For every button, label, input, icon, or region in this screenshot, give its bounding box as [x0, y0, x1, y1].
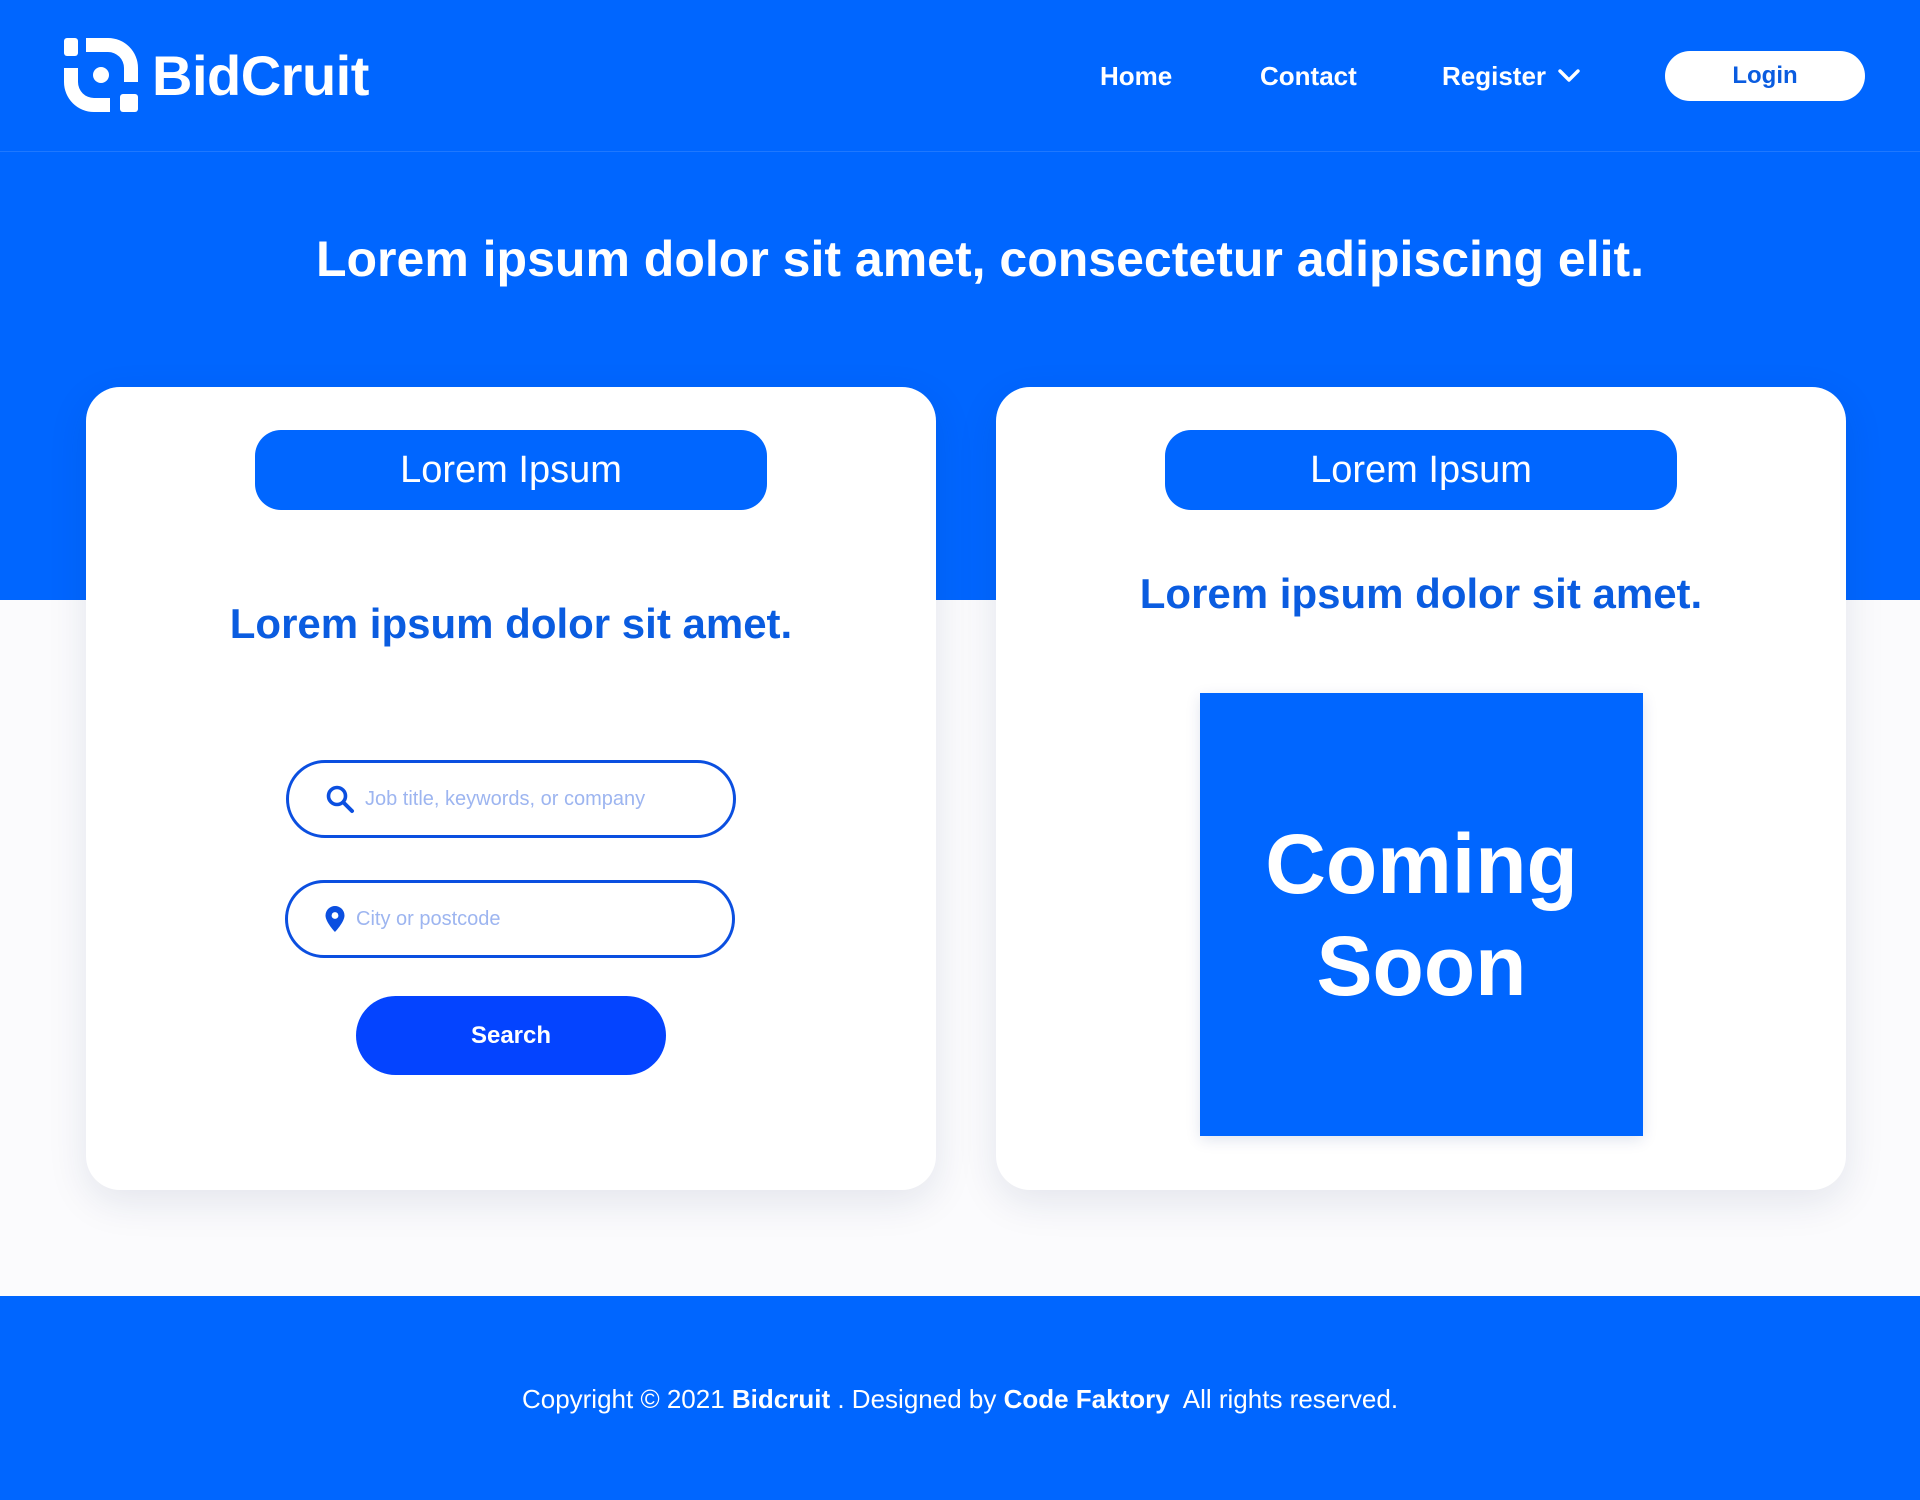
coming-soon-line1: Coming	[1265, 816, 1578, 911]
brand-name: BidCruit	[152, 43, 369, 107]
search-icon	[326, 785, 354, 813]
footer-brand: Bidcruit	[731, 1383, 831, 1414]
job-search-input[interactable]	[365, 787, 725, 811]
bidcruit-logo-icon	[64, 38, 138, 112]
coming-soon-line2: Soon	[1316, 918, 1527, 1013]
nav-contact-link[interactable]: Contact	[1260, 50, 1357, 102]
footer-rights: All rights reserved.	[1169, 1383, 1399, 1414]
site-footer: Copyright © 2021 Bidcruit . Designed by …	[0, 1296, 1920, 1500]
coming-soon-card: Lorem Ipsum Lorem ipsum dolor sit amet. …	[996, 387, 1846, 1190]
search-card-heading: Lorem ipsum dolor sit amet.	[229, 600, 793, 647]
job-search-field[interactable]	[286, 760, 736, 838]
copyright-text: Copyright © 2021 Bidcruit . Designed by …	[522, 1382, 1398, 1415]
map-pin-icon	[325, 906, 345, 932]
login-button[interactable]: Login	[1665, 51, 1865, 101]
hero-headline: Lorem ipsum dolor sit amet, consectetur …	[315, 231, 1645, 287]
search-button[interactable]: Search	[356, 996, 666, 1075]
soon-card-heading: Lorem ipsum dolor sit amet.	[1139, 570, 1703, 617]
footer-designer-link[interactable]: Code Faktory	[1004, 1384, 1170, 1414]
nav-register-label: Register	[1442, 60, 1547, 91]
location-input[interactable]	[356, 907, 716, 931]
footer-designed-by: . Designed by	[830, 1383, 1004, 1414]
nav-register-dropdown[interactable]: Register	[1442, 50, 1580, 102]
site-header: BidCruit Home Contact Register Login	[0, 0, 1920, 152]
copyright-prefix: Copyright © 2021	[521, 1383, 732, 1414]
coming-soon-tile: Coming Soon	[1200, 693, 1643, 1136]
location-field[interactable]	[285, 880, 735, 958]
job-search-card: Lorem Ipsum Lorem ipsum dolor sit amet. …	[86, 387, 936, 1190]
soon-card-pill: Lorem Ipsum	[1165, 430, 1677, 510]
chevron-down-icon	[1558, 69, 1580, 82]
logo-link[interactable]: BidCruit	[64, 38, 369, 112]
search-card-pill: Lorem Ipsum	[255, 430, 767, 510]
nav-home-link[interactable]: Home	[1100, 50, 1172, 102]
